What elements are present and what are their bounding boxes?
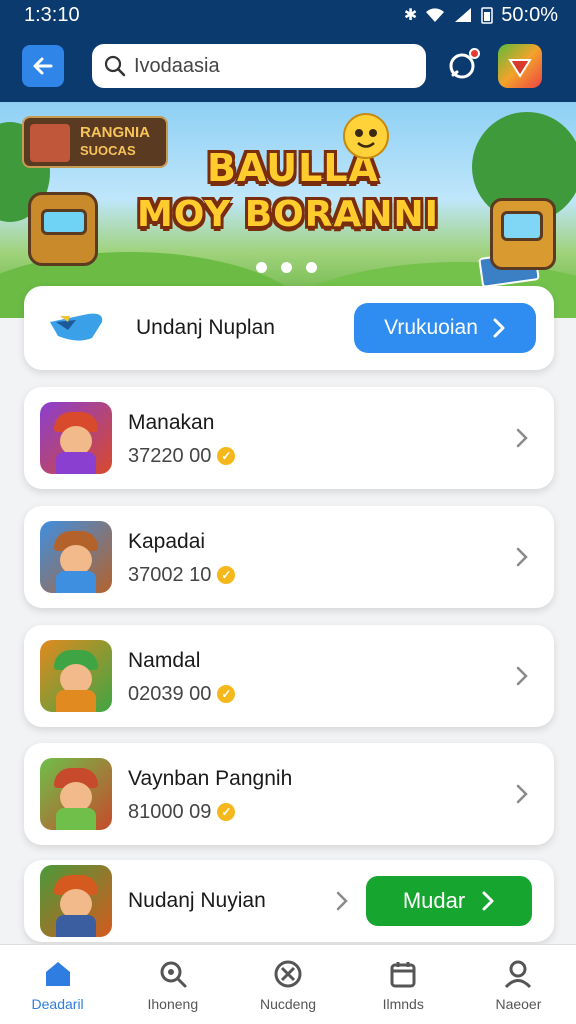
list-item[interactable]: Vaynban Pangnih 81000 09 ✓ (24, 743, 554, 845)
verified-coin-icon: ✓ (217, 566, 236, 584)
character-body (56, 808, 96, 830)
game-stat: 02039 00 (128, 682, 212, 705)
nav-item-label: Ilmnds (382, 995, 424, 1012)
nav-item-search[interactable]: Ihoneng (115, 945, 230, 1024)
wifi-icon (426, 8, 445, 22)
game-name: Manakan (128, 410, 215, 434)
app-avatar[interactable] (498, 44, 542, 88)
game-thumbnail (40, 865, 112, 937)
plane-icon (50, 313, 103, 341)
carousel-dot[interactable] (281, 262, 292, 273)
install-button-label: Mudar (402, 888, 466, 913)
install-button[interactable]: Mudar (366, 876, 532, 926)
carousel-dot[interactable] (256, 262, 267, 273)
list-item[interactable]: Namdal 02039 00 ✓ (24, 625, 554, 727)
arrow-left-icon (33, 57, 53, 75)
search-input[interactable]: Ivodaasia (92, 44, 426, 88)
game-stat: 81000 09 (128, 800, 212, 823)
notification-badge (469, 48, 480, 59)
top-bar: Ivodaasia (0, 30, 576, 102)
game-name: Kapadai (128, 529, 206, 553)
search-icon (160, 961, 187, 987)
game-meta: 37220 00 ✓ (128, 445, 512, 468)
featured-label: Undanj Nuplan (136, 316, 275, 339)
nav-item-calendar[interactable]: Ilmnds (346, 945, 461, 1024)
nav-item-label: Nucdeng (259, 995, 317, 1012)
status-icons: ✱ 50:0% (404, 4, 558, 27)
status-bar: 1:3:10 ✱ 50:0% (0, 0, 576, 30)
robot-character-left (28, 192, 98, 266)
chevron-right-icon[interactable] (512, 428, 532, 448)
carousel-dot[interactable] (306, 262, 317, 273)
list-item-text: Kapadai 37002 10 ✓ (128, 528, 512, 587)
bluetooth-icon: ✱ (403, 7, 418, 24)
nav-item-home[interactable]: Deadaril (0, 945, 115, 1024)
search-query: Ivodaasia (134, 54, 220, 77)
featured-action-button[interactable]: Vrukuoian (354, 303, 536, 353)
back-button[interactable] (22, 45, 64, 87)
list-item-text: Manakan 37220 00 ✓ (128, 409, 512, 468)
list-item-text: Vaynban Pangnih 81000 09 ✓ (128, 765, 512, 824)
banner-title-line1: BAULLA (207, 146, 379, 190)
game-logo-icon (508, 59, 532, 78)
notification-button[interactable] (440, 44, 484, 88)
nav-item-profile[interactable]: Naeoer (461, 945, 576, 1024)
game-thumbnail (40, 758, 112, 830)
list-item[interactable]: Kapadai 37002 10 ✓ (24, 506, 554, 608)
game-meta: 37002 10 ✓ (128, 564, 512, 587)
robot-character-right (490, 198, 556, 270)
chevron-right-icon[interactable] (512, 784, 532, 804)
chevron-right-icon[interactable] (512, 666, 532, 686)
verified-coin-icon: ✓ (217, 803, 236, 821)
list-item[interactable]: Manakan 37220 00 ✓ (24, 387, 554, 489)
featured-action-label: Vrukuoian (384, 316, 478, 339)
list-item-text: Namdal 02039 00 ✓ (128, 647, 512, 706)
nav-item-label: Deadaril (31, 995, 84, 1012)
game-meta: 81000 09 ✓ (128, 801, 512, 824)
game-thumbnail (40, 402, 112, 474)
search-icon (104, 55, 126, 77)
battery-icon (481, 7, 494, 24)
signal-icon (455, 8, 472, 22)
calendar-icon (390, 961, 416, 987)
list-item-text: Nudanj Nuyian (128, 887, 332, 915)
nav-item-label: Naeoer (495, 995, 542, 1012)
game-stat: 37220 00 (128, 444, 212, 467)
game-meta: 02039 00 ✓ (128, 683, 512, 706)
verified-coin-icon: ✓ (217, 685, 236, 703)
game-name: Nudanj Nuyian (128, 889, 266, 912)
status-time: 1:3:10 (24, 3, 80, 26)
game-thumbnail (40, 640, 112, 712)
chevron-right-icon (482, 891, 494, 911)
list-item[interactable]: Nudanj Nuyian Mudar (24, 860, 554, 942)
character-body (56, 690, 96, 712)
chevron-right-icon[interactable] (512, 547, 532, 567)
sun-mascot-icon (343, 113, 389, 159)
verified-coin-icon: ✓ (217, 447, 236, 465)
carousel-dots[interactable] (256, 262, 317, 273)
game-name: Namdal (128, 648, 201, 672)
chevron-right-icon[interactable] (332, 891, 352, 911)
game-icon (274, 960, 302, 987)
character-body (56, 571, 96, 593)
game-name: Vaynban Pangnih (128, 766, 293, 790)
bottom-nav: Deadaril Ihoneng Nucdeng Ilmnds Naeoer (0, 944, 576, 1024)
nav-item-game[interactable]: Nucdeng (230, 945, 345, 1024)
banner-badge-line1: RANGNIA (80, 124, 150, 141)
chevron-right-icon (493, 318, 505, 338)
nav-item-label: Ihoneng (147, 995, 199, 1012)
featured-card[interactable]: Undanj Nuplan Vrukuoian (24, 286, 554, 370)
game-thumbnail (40, 521, 112, 593)
profile-icon (505, 960, 532, 988)
character-body (56, 452, 96, 474)
robot-visor (41, 209, 87, 235)
game-stat: 37002 10 (128, 563, 212, 586)
home-icon (45, 961, 70, 986)
character-body (56, 915, 96, 937)
robot-visor (501, 211, 543, 241)
battery-level: 50:0% (501, 3, 558, 26)
